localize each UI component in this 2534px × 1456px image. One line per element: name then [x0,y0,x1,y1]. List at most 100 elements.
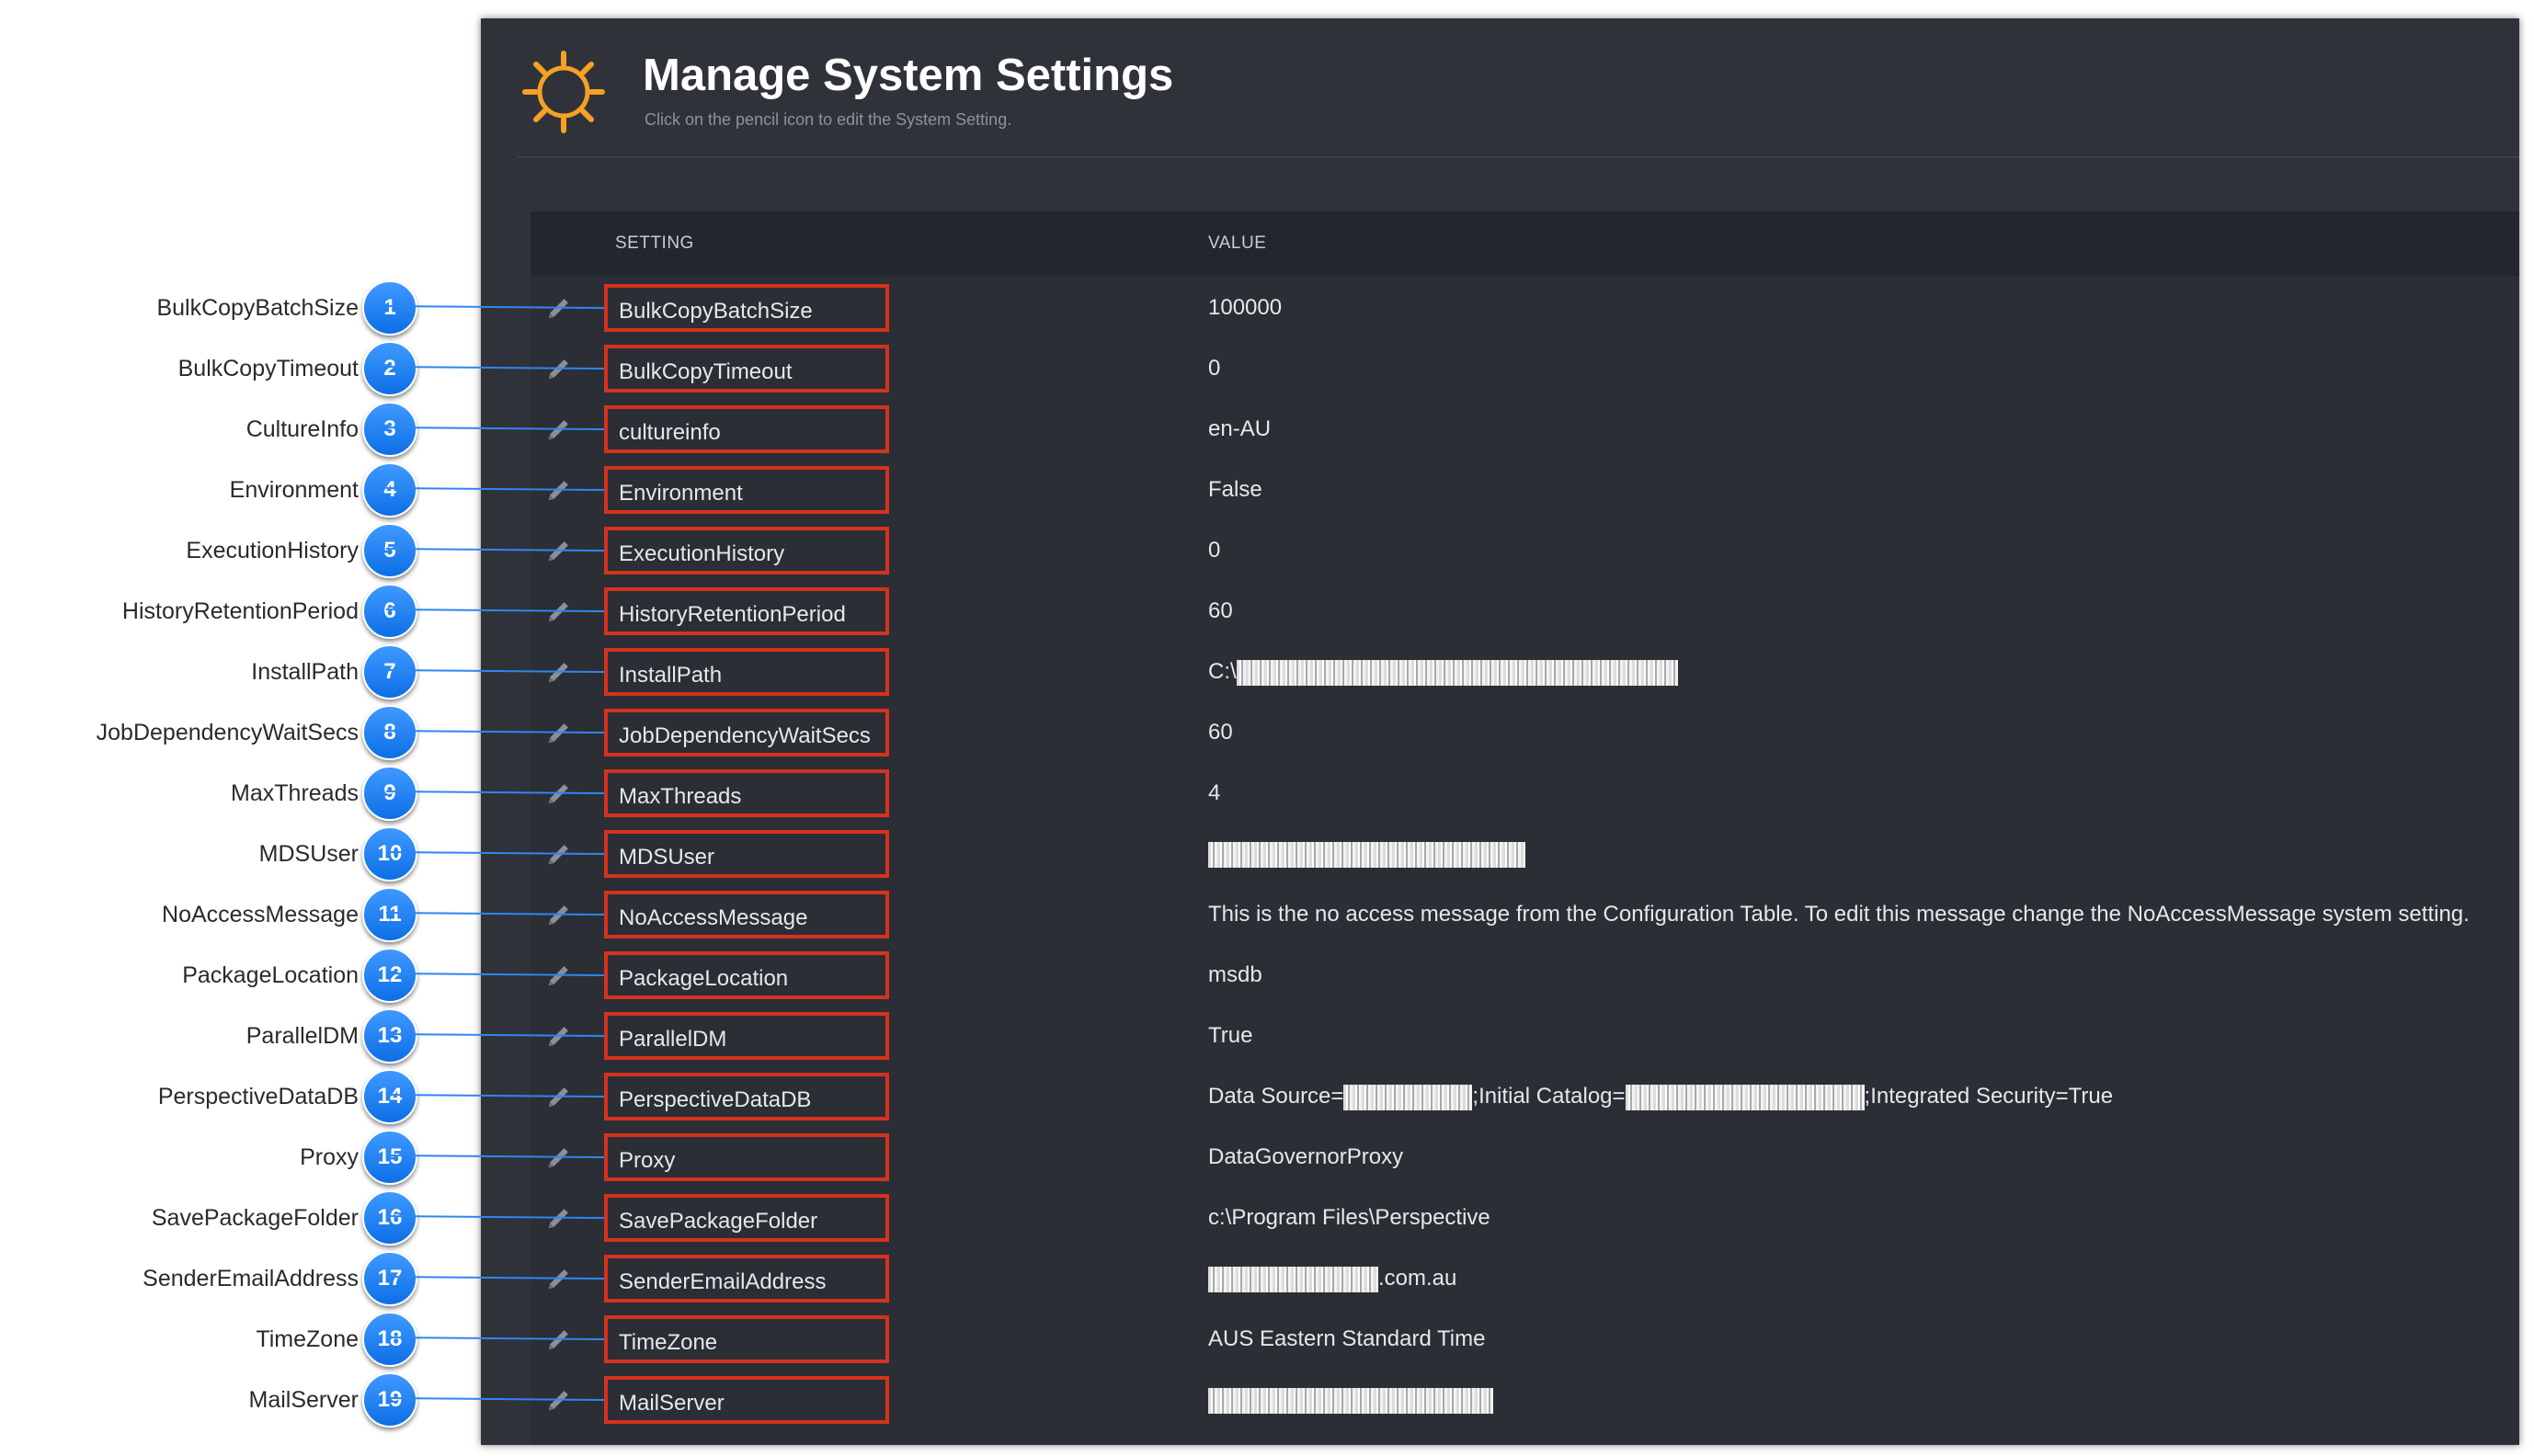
setting-value: 100000 [1208,279,1282,336]
pencil-icon[interactable] [545,1325,573,1353]
setting-name[interactable]: MaxThreads [604,769,889,817]
header-divider [518,156,2519,158]
table-row: InstallPath C:\ [531,643,2519,704]
redacted-value [1208,1387,1493,1414]
callout-number-badge: 18 [362,1312,417,1367]
setting-name[interactable]: PackageLocation [604,951,889,999]
pencil-icon[interactable] [545,719,573,746]
setting-name[interactable]: SavePackageFolder [604,1194,889,1242]
pencil-icon[interactable] [545,658,573,686]
setting-value: C:\ [1208,643,1678,700]
callout-label: ParallelDM [245,1023,359,1049]
table-row: NoAccessMessage This is the no access mes… [531,886,2519,947]
callout-item: SavePackageFolder 16 [0,1190,417,1246]
setting-value: c:\Program Files\Perspective [1208,1189,1490,1246]
pencil-icon[interactable] [545,901,573,928]
setting-name[interactable]: MailServer [604,1376,889,1424]
setting-value-text: 60 [1208,598,1233,623]
settings-table: SETTING VALUE BulkCopyBatchSize 100000 Bul… [531,211,2519,1445]
pencil-icon[interactable] [545,415,573,443]
setting-name[interactable]: JobDependencyWaitSecs [604,709,889,756]
redacted-value [1208,841,1525,868]
table-row: SenderEmailAddress .com.au [531,1250,2519,1311]
pencil-icon[interactable] [545,476,573,504]
setting-name[interactable]: Environment [604,466,889,514]
callout-label: TimeZone [256,1326,359,1352]
callout-label: CultureInfo [245,416,359,442]
table-row: PerspectiveDataDB Data Source= ;Initial Ca… [531,1068,2519,1129]
callout-number-badge: 16 [362,1190,417,1246]
pencil-icon[interactable] [545,1204,573,1232]
pencil-icon[interactable] [545,840,573,868]
callout-item: PackageLocation 12 [0,948,417,1003]
column-header-value: VALUE [1208,233,1267,253]
setting-name[interactable]: SenderEmailAddress [604,1255,889,1302]
table-row: MDSUser [531,825,2519,886]
setting-name[interactable]: PerspectiveDataDB [604,1073,889,1120]
setting-value: 0 [1208,522,1220,579]
setting-name[interactable]: NoAccessMessage [604,891,889,938]
redacted-value [1208,1266,1378,1292]
callout-item: MaxThreads 9 [0,766,417,821]
setting-value-text: ;Integrated Security=True [1864,1084,2114,1109]
pencil-icon[interactable] [545,294,573,322]
redacted-value [1343,1084,1473,1110]
redacted-value [1625,1084,1865,1110]
setting-name[interactable]: HistoryRetentionPeriod [604,587,889,635]
callout-label: MDSUser [258,841,359,867]
setting-value-text: C:\ [1208,659,1237,684]
pencil-icon[interactable] [545,537,573,564]
setting-name[interactable]: BulkCopyTimeout [604,345,889,392]
setting-name[interactable]: InstallPath [604,648,889,696]
setting-name[interactable]: BulkCopyBatchSize [604,284,889,332]
setting-value: True [1208,1007,1252,1064]
setting-name[interactable]: Proxy [604,1133,889,1181]
setting-name[interactable]: cultureinfo [604,405,889,453]
setting-name[interactable]: ParallelDM [604,1012,889,1060]
pencil-icon[interactable] [545,597,573,625]
setting-value-text: c:\Program Files\Perspective [1208,1205,1490,1230]
setting-name[interactable]: MDSUser [604,830,889,878]
setting-value: False [1208,461,1262,518]
pencil-icon[interactable] [545,1083,573,1110]
callout-item: HistoryRetentionPeriod 6 [0,584,417,639]
setting-value-text: .com.au [1378,1266,1457,1291]
callout-item: InstallPath 7 [0,644,417,700]
callout-item: ParallelDM 13 [0,1008,417,1064]
table-header: SETTING VALUE [531,211,2519,276]
setting-name[interactable]: ExecutionHistory [604,527,889,574]
setting-value-text: This is the no access message from the C… [1208,902,2470,927]
setting-value-text: True [1208,1023,1253,1048]
callout-list: BulkCopyBatchSize 1 BulkCopyTimeout 2 Cultur… [0,0,478,1456]
pencil-icon[interactable] [545,1265,573,1292]
setting-value: msdb [1208,947,1262,1004]
callout-label: Proxy [300,1144,359,1170]
page-subtitle: Click on the pencil icon to edit the Sys… [645,110,1012,129]
pencil-icon[interactable] [545,355,573,382]
table-row: MailServer [531,1371,2519,1432]
callout-item: BulkCopyBatchSize 1 [0,280,417,336]
callout-item: Environment 4 [0,462,417,518]
table-row: PackageLocation msdb [531,947,2519,1007]
pencil-icon[interactable] [545,961,573,989]
callout-number-badge: 7 [362,644,417,700]
pencil-icon[interactable] [545,1022,573,1050]
table-row: SavePackageFolder c:\Program Files\Perspe… [531,1189,2519,1250]
table-row: ParallelDM True [531,1007,2519,1068]
callout-number-badge: 17 [362,1251,417,1306]
setting-name[interactable]: TimeZone [604,1315,889,1363]
callout-number-badge: 4 [362,462,417,518]
setting-value: Data Source= ;Initial Catalog= ;Integrated… [1208,1068,2113,1125]
callout-number-badge: 2 [362,341,417,396]
callout-number-badge: 6 [362,584,417,639]
setting-value-text: 4 [1208,780,1221,805]
table-row: MaxThreads 4 [531,765,2519,825]
callout-item: NoAccessMessage 11 [0,887,417,942]
table-row: BulkCopyBatchSize 100000 [531,279,2519,340]
callout-label: BulkCopyBatchSize [156,295,359,321]
setting-value: 4 [1208,765,1220,822]
pencil-icon[interactable] [545,779,573,807]
callout-number-badge: 11 [362,887,417,942]
pencil-icon[interactable] [545,1143,573,1171]
pencil-icon[interactable] [545,1386,573,1414]
